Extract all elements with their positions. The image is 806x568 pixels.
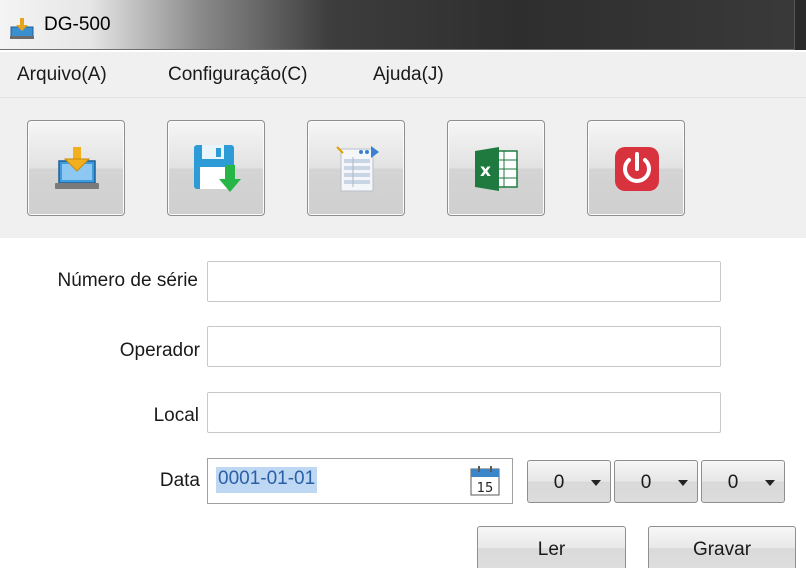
toolbar: x bbox=[0, 98, 806, 238]
menu-configuracao[interactable]: Configuração(C) bbox=[168, 64, 307, 86]
chevron-down-icon bbox=[678, 480, 688, 486]
export-excel-button[interactable]: x bbox=[447, 120, 545, 216]
window-edge bbox=[794, 0, 806, 50]
report-icon bbox=[336, 146, 379, 192]
second-value: 0 bbox=[727, 472, 739, 493]
report-button[interactable] bbox=[307, 120, 405, 216]
chevron-down-icon bbox=[591, 480, 601, 486]
hour-value: 0 bbox=[553, 472, 565, 493]
title-bar: DG-500 bbox=[0, 0, 806, 50]
minute-selector[interactable]: 0 bbox=[614, 460, 698, 503]
menu-bar: Arquivo(A) Configuração(C) Ajuda(J) bbox=[0, 52, 806, 98]
location-label: Local bbox=[153, 405, 199, 426]
power-button[interactable] bbox=[587, 120, 685, 216]
save-icon bbox=[194, 145, 241, 192]
menu-arquivo[interactable]: Arquivo(A) bbox=[17, 64, 107, 86]
save-file-button[interactable] bbox=[167, 120, 265, 216]
app-icon bbox=[10, 18, 34, 39]
download-device-icon bbox=[55, 147, 99, 189]
operator-field[interactable] bbox=[207, 326, 721, 367]
write-button[interactable]: Gravar bbox=[648, 526, 796, 568]
power-icon bbox=[615, 147, 659, 191]
excel-icon: x bbox=[475, 147, 518, 191]
location-field[interactable] bbox=[207, 392, 721, 433]
download-data-button[interactable] bbox=[27, 120, 125, 216]
menu-ajuda[interactable]: Ajuda(J) bbox=[373, 64, 444, 86]
read-button[interactable]: Ler bbox=[477, 526, 626, 568]
window-title: DG-500 bbox=[44, 14, 111, 35]
chevron-down-icon bbox=[765, 480, 775, 486]
calendar-icon[interactable]: 15 bbox=[470, 466, 500, 496]
hour-selector[interactable]: 0 bbox=[527, 460, 611, 503]
serial-number-field[interactable] bbox=[207, 261, 721, 302]
minute-value: 0 bbox=[640, 472, 652, 493]
date-label: Data bbox=[159, 470, 200, 491]
serial-number-label: Número de série bbox=[57, 270, 198, 291]
svg-text:x: x bbox=[480, 161, 491, 181]
operator-label: Operador bbox=[119, 340, 200, 361]
calendar-day: 15 bbox=[477, 481, 494, 496]
date-picker[interactable]: 0001-01-01 15 bbox=[207, 458, 513, 504]
date-value[interactable]: 0001-01-01 bbox=[216, 467, 318, 493]
second-selector[interactable]: 0 bbox=[701, 460, 785, 503]
